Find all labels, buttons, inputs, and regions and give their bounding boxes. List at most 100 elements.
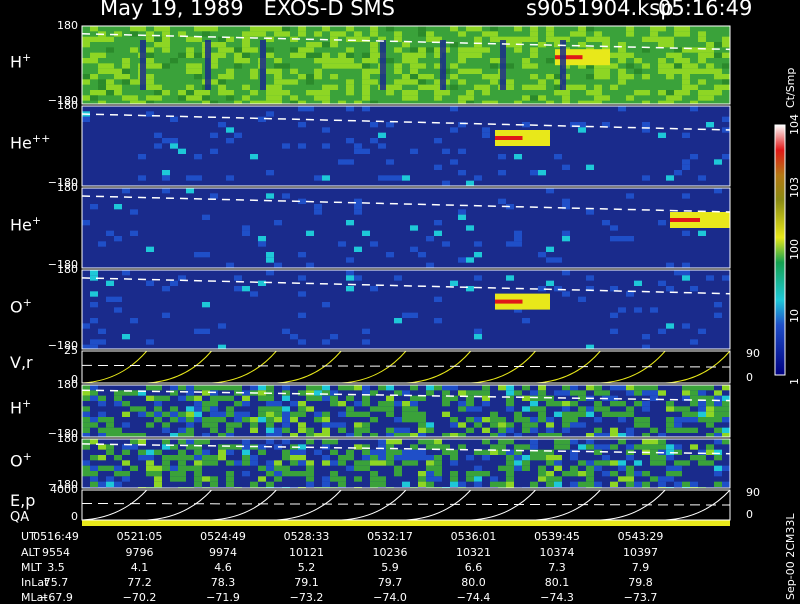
heatmap-cell	[82, 395, 90, 401]
heatmap-cell	[706, 460, 714, 466]
y-tick-max: 180	[57, 432, 78, 445]
heatmap-cell	[410, 312, 418, 318]
heatmap-cell	[306, 433, 314, 437]
heatmap-cell	[370, 31, 378, 37]
panel-label: H+	[10, 51, 32, 72]
heatmap-cell	[666, 286, 674, 292]
heatmap-cell	[522, 465, 530, 471]
heatmap-cell	[210, 406, 218, 412]
heatmap-cell	[410, 63, 418, 69]
heatmap-cell	[706, 401, 714, 407]
heatmap-cell	[458, 444, 466, 450]
heatmap-cell	[530, 74, 538, 80]
heatmap-cell	[146, 339, 154, 345]
heatmap-cell	[98, 465, 106, 471]
heatmap-cell	[362, 106, 370, 112]
heatmap-cell	[266, 36, 274, 42]
heatmap-cell	[706, 275, 714, 281]
heatmap-cell	[722, 427, 730, 433]
heatmap-cell	[466, 390, 474, 396]
heatmap-cell	[138, 26, 146, 32]
heatmap-cell	[546, 460, 554, 466]
heatmap-cell	[114, 68, 122, 74]
heatmap-cell	[386, 455, 394, 461]
heatmap-cell	[450, 422, 458, 428]
heatmap-cell	[546, 427, 554, 433]
heatmap-cell	[402, 455, 410, 461]
heatmap-cell	[538, 433, 546, 437]
heatmap-cell	[634, 90, 642, 96]
heatmap-cell	[266, 252, 274, 258]
heatmap-cell	[178, 471, 186, 477]
heatmap-cell	[514, 241, 522, 247]
heatmap-cell	[106, 476, 114, 482]
heatmap-cell	[442, 449, 450, 455]
heatmap-cell	[362, 95, 370, 101]
heatmap-cell	[514, 460, 522, 466]
heatmap-cell	[210, 148, 218, 154]
heatmap-cell	[82, 465, 90, 471]
heatmap-cell	[466, 401, 474, 407]
heatmap-cell	[546, 188, 554, 194]
heatmap-cell	[402, 52, 410, 58]
heatmap-cell	[482, 31, 490, 37]
heatmap-cell	[362, 79, 370, 85]
heatmap-cell	[698, 31, 706, 37]
heatmap-cell	[714, 42, 722, 48]
heatmap-cell	[682, 270, 690, 276]
heatmap-cell	[362, 455, 370, 461]
heatmap-cell	[482, 455, 490, 461]
heatmap-cell	[610, 460, 618, 466]
heatmap-cell	[690, 286, 698, 292]
heatmap-cell	[634, 390, 642, 396]
heatmap-cell	[458, 68, 466, 74]
heatmap-cell	[506, 422, 514, 428]
heatmap-cell	[706, 433, 714, 437]
heatmap-cell	[250, 90, 258, 96]
heatmap-cell	[266, 52, 274, 58]
table-cell: 7.9	[631, 561, 650, 574]
heatmap-cell	[426, 460, 434, 466]
heatmap-cell	[370, 122, 378, 128]
heatmap-cell	[162, 427, 170, 433]
heatmap-cell	[442, 180, 450, 186]
heatmap-cell	[714, 188, 722, 194]
heatmap-cell	[186, 63, 194, 69]
heatmap-cell	[642, 390, 650, 396]
heatmap-cell	[202, 433, 210, 437]
heatmap-cell	[194, 36, 202, 42]
heatmap-cell	[130, 47, 138, 53]
heatmap-cell	[410, 79, 418, 85]
heatmap-cell	[370, 476, 378, 482]
heatmap-cell	[562, 444, 570, 450]
heatmap-cell	[234, 286, 242, 292]
heatmap-cell	[298, 291, 306, 297]
heatmap-cell	[162, 465, 170, 471]
heatmap-cell	[498, 198, 506, 204]
heatmap-cell	[218, 90, 226, 96]
heatmap-cell	[146, 246, 154, 252]
heatmap-cell	[586, 465, 594, 471]
heatmap-cell	[146, 63, 154, 69]
heatmap-cell	[610, 471, 618, 477]
heatmap-cell	[298, 143, 306, 149]
heatmap-cell	[170, 465, 178, 471]
heatmap-cell	[426, 390, 434, 396]
heatmap-cell	[682, 262, 690, 268]
heatmap-cell	[354, 460, 362, 466]
heatmap-cell	[602, 74, 610, 80]
heatmap-cell	[554, 401, 562, 407]
heatmap-cell	[410, 449, 418, 455]
heatmap-cell	[114, 74, 122, 80]
heatmap-cell	[434, 385, 442, 391]
heatmap-cell	[186, 175, 194, 181]
colorbar-tick-label: 100	[788, 239, 800, 260]
heatmap-cell	[434, 471, 442, 477]
heatmap-cell	[674, 63, 682, 69]
heatmap-cell	[226, 127, 234, 133]
heatmap-cell	[266, 26, 274, 32]
heatmap-cell	[154, 84, 162, 90]
table-cell: −73.7	[623, 591, 658, 604]
heatmap-cell	[498, 439, 506, 445]
heatmap-cell	[354, 143, 362, 149]
